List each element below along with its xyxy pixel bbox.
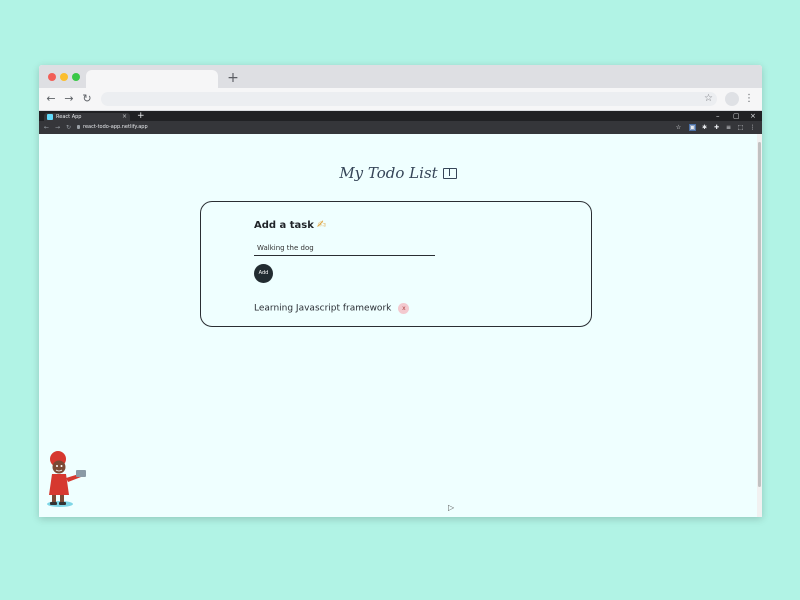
scrollbar-thumb[interactable] (758, 142, 761, 487)
add-task-heading: Add a task ✍ (254, 218, 326, 231)
address-bar[interactable]: ☆ (101, 92, 717, 106)
page-scrollbar[interactable] (757, 134, 762, 517)
react-favicon-icon (47, 114, 53, 120)
back-icon[interactable]: ← (44, 91, 58, 107)
minimize-icon[interactable]: – (716, 111, 720, 121)
inner-tab-react-app[interactable]: React App × (44, 113, 130, 121)
inner-tab-title: React App (56, 114, 82, 120)
inner-back-icon[interactable]: ← (44, 121, 49, 134)
outer-tab-bar: + (39, 65, 762, 88)
extension-list-icon[interactable]: ≡ (725, 124, 732, 131)
add-button[interactable]: Add (254, 264, 273, 283)
mascot-illustration (47, 451, 86, 507)
reload-icon[interactable]: ↻ (80, 91, 94, 107)
new-tab-button[interactable]: + (226, 70, 240, 86)
inner-menu-icon[interactable]: ⋮ (749, 124, 756, 131)
bookmark-star-icon[interactable]: ☆ (704, 92, 713, 106)
extension-badge-icon[interactable]: ▣ (689, 124, 696, 131)
inner-new-tab-button[interactable]: + (137, 111, 145, 121)
zoom-window-dot[interactable] (72, 73, 80, 81)
outer-toolbar: ← → ↻ ☆ ⋮ (39, 88, 762, 111)
inner-tab-bar: React App × + – ▢ × (39, 111, 762, 121)
star-icon[interactable]: ☆ (675, 124, 682, 131)
add-task-label: Add a task (254, 220, 314, 231)
inner-forward-icon[interactable]: → (55, 121, 60, 134)
inner-url-text[interactable]: react-todo-app.netlify.app (83, 123, 148, 132)
browser-menu-icon[interactable]: ⋮ (744, 91, 754, 107)
inner-reload-icon[interactable]: ↻ (66, 121, 71, 134)
outer-active-tab[interactable] (86, 70, 218, 88)
maximize-icon[interactable]: ▢ (733, 111, 740, 121)
inner-browser-window: React App × + – ▢ × ← → ↻ react-todo-app… (39, 111, 762, 517)
outer-browser-window: + ← → ↻ ☆ ⋮ React App × + – ▢ × ← → ↻ re… (39, 65, 762, 517)
extension-gear-icon[interactable]: ✱ (701, 124, 708, 131)
task-item: Learning Javascript framework x (254, 298, 410, 317)
profile-avatar[interactable] (725, 92, 739, 106)
page-title-text: My Todo List (339, 164, 438, 182)
extension-cast-icon[interactable]: ⬚ (737, 124, 744, 131)
extension-puzzle-icon[interactable]: ✚ (713, 124, 720, 131)
task-input[interactable] (254, 241, 435, 256)
task-text: Learning Javascript framework (254, 303, 392, 314)
page-title: My Todo List (39, 164, 757, 182)
mouse-cursor-icon: ▷ (448, 503, 455, 512)
book-icon (442, 168, 457, 179)
minimize-window-dot[interactable] (60, 73, 68, 81)
close-icon[interactable]: × (750, 111, 756, 121)
app-page: My Todo List Add a task✍ Add Learning Ja… (39, 134, 757, 517)
writing-hand-icon: ✍ (316, 218, 327, 231)
forward-icon[interactable]: → (62, 91, 76, 107)
delete-task-button[interactable]: x (398, 303, 410, 314)
lock-icon (77, 125, 80, 129)
tab-close-icon[interactable]: × (122, 113, 127, 121)
inner-toolbar: ← → ↻ react-todo-app.netlify.app ☆ ▣ ✱ ✚… (39, 121, 762, 134)
todo-card: Add a task✍ Add Learning Javascript fram… (200, 201, 592, 327)
close-window-dot[interactable] (48, 73, 56, 81)
